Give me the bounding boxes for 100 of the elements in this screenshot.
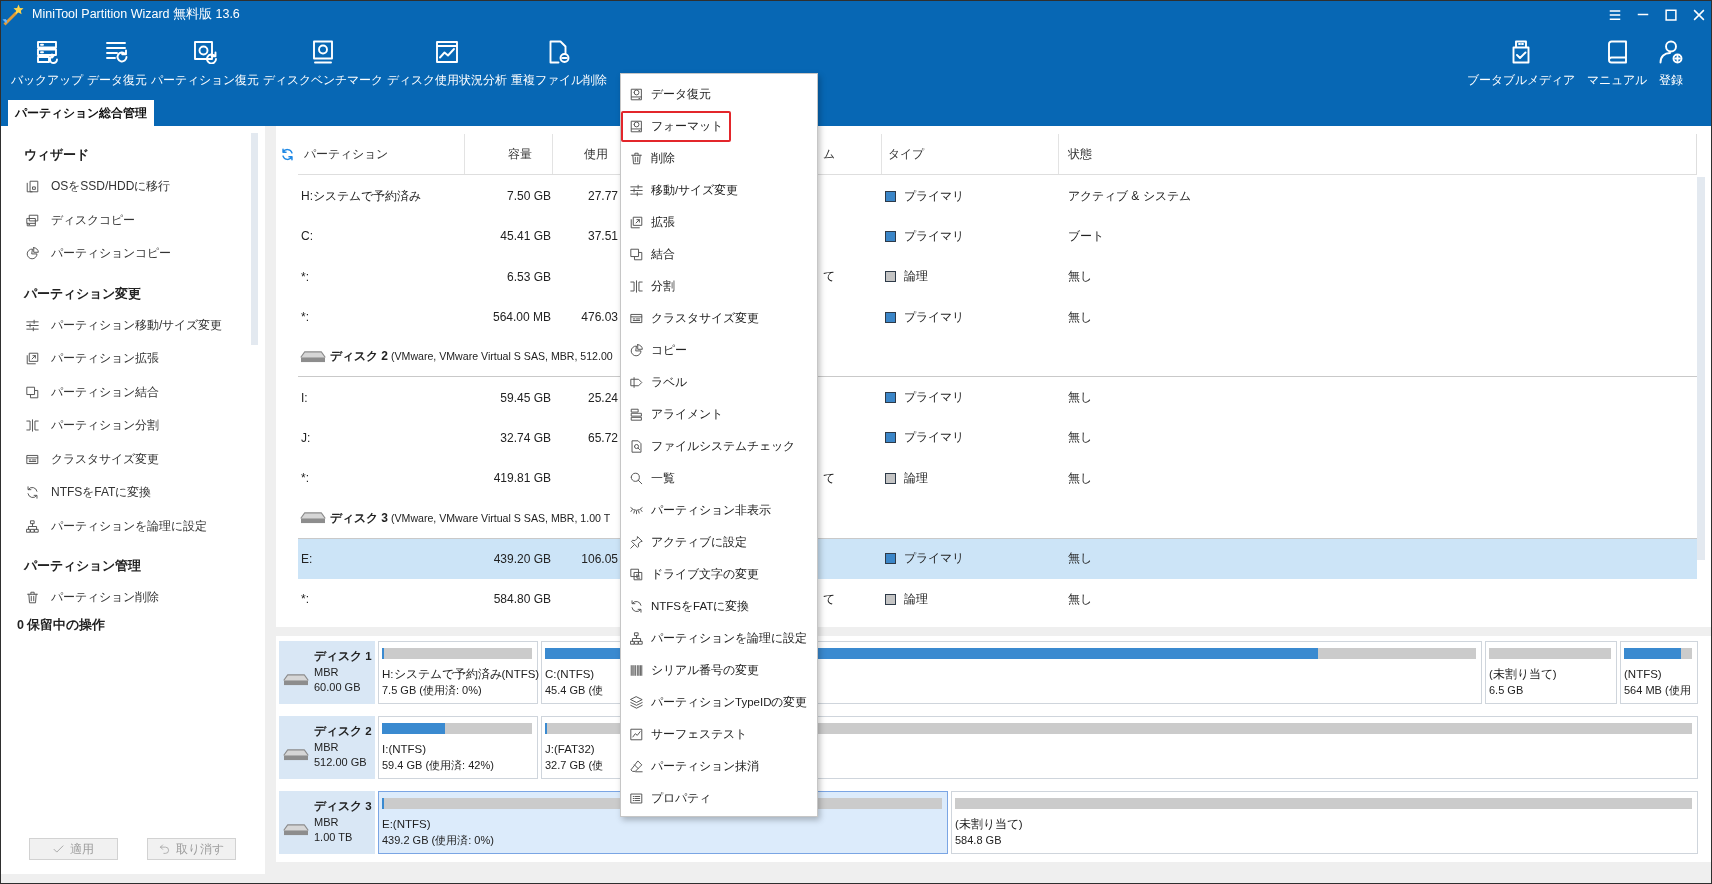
menu-item[interactable]: データ復元 — [621, 78, 719, 110]
menu-item[interactable]: ドライブ文字の変更 — [621, 558, 767, 590]
toolbar-button[interactable]: データ復元 — [85, 40, 149, 88]
sidebar-item[interactable]: パーティションコピー — [1, 237, 177, 271]
table-cell[interactable]: I: — [298, 377, 465, 418]
partition-block[interactable]: I:(NTFS) 59.4 GB (使用済: 42%) — [378, 716, 538, 779]
menu-item[interactable]: NTFSをFATに変換 — [621, 590, 758, 622]
disk-header-text[interactable]: ディスク 2 (VMware, VMware Virtual S SAS, MBR, 512.00 — [330, 348, 613, 366]
toolbar-button[interactable]: 登録 — [1657, 40, 1685, 88]
tab[interactable]: パーティション総合管理 — [8, 100, 154, 126]
partition-label: (NTFS) — [1624, 667, 1662, 682]
menu-item[interactable]: ファイルシステムチェック — [621, 430, 803, 462]
menu-item[interactable]: パーティション非表示 — [621, 494, 779, 526]
menu-item[interactable]: 分割 — [621, 270, 683, 302]
scrollbar-thumb[interactable] — [251, 133, 258, 345]
user-add-icon — [1659, 40, 1683, 64]
table-cell[interactable]: E: — [298, 538, 465, 579]
table-cell-text: 65.72 — [586, 430, 619, 445]
toolbar-button[interactable]: バックアップ — [9, 40, 85, 88]
layered-squares-icon — [630, 567, 643, 581]
menu-item[interactable]: アライメント — [621, 398, 731, 430]
menu-item[interactable]: 結合 — [621, 238, 683, 270]
toolbar-button[interactable]: ディスクベンチマーク — [261, 40, 385, 88]
partition-detail: 59.4 GB (使用済: 42%) — [382, 758, 494, 773]
sidebar-item[interactable]: OSをSSD/HDDに移行 — [1, 170, 177, 204]
table-cell[interactable]: C: — [298, 216, 465, 257]
scrollbar-thumb[interactable] — [1697, 177, 1705, 560]
table-cell[interactable]: *: — [298, 256, 465, 297]
table-cell-text: 27.77 — [586, 189, 619, 204]
table-cell-text: て — [822, 590, 836, 608]
sidebar-item[interactable]: パーティションを論理に設定 — [1, 509, 213, 543]
partition-block[interactable]: H:システムで予約済み(NTFS) 7.5 GB (使用済: 0%) — [378, 641, 538, 704]
menu-item[interactable]: アクティブに設定 — [621, 526, 755, 558]
trash-icon — [630, 151, 643, 165]
pin-icon — [630, 535, 643, 549]
partition-label: (未割り当て) — [1489, 667, 1557, 682]
pie-icon — [26, 247, 39, 261]
column-header[interactable]: 使用 — [553, 134, 620, 174]
sidebar-item[interactable]: NTFSをFATに変換 — [1, 476, 158, 510]
disk-scheme: MBR — [314, 664, 339, 680]
sidebar-item[interactable]: パーティション拡張 — [1, 342, 165, 376]
table-cell[interactable]: *: — [298, 578, 465, 620]
sidebar-item[interactable]: パーティション移動/サイズ変更 — [1, 308, 229, 342]
disk-card[interactable]: ディスク 2 MBR 512.00 GB — [279, 716, 375, 779]
menu-item[interactable]: 移動/サイズ変更 — [621, 174, 747, 206]
disk-size: 512.00 GB — [314, 755, 367, 771]
chart-window-icon — [435, 40, 459, 64]
sidebar-item[interactable]: クラスタサイズ変更 — [1, 442, 165, 476]
table-cell-text: 6.53 GB — [505, 269, 552, 284]
hard-drive-icon — [283, 673, 309, 686]
partition-block[interactable]: (NTFS) 564 MB (使用 — [1620, 641, 1698, 704]
check-icon — [53, 844, 64, 854]
toolbar-button[interactable]: ディスク使用状況分析 — [385, 40, 509, 88]
table-cell[interactable]: *: — [298, 458, 465, 499]
sidebar-item[interactable]: パーティション分割 — [1, 409, 165, 443]
column-header[interactable]: 状態 — [1059, 134, 1696, 174]
menu-item[interactable]: コピー — [621, 334, 695, 366]
partition-block[interactable]: (未割り当て) 6.5 GB — [1485, 641, 1617, 704]
expand-icon — [26, 352, 39, 366]
minimize-icon[interactable] — [1637, 13, 1649, 16]
menu-item[interactable]: 一覧 — [621, 462, 683, 494]
table-cell: プライマリ — [904, 550, 964, 568]
sidebar-item[interactable]: ディスクコピー — [1, 203, 141, 237]
sidebar-item[interactable]: パーティション結合 — [1, 375, 165, 409]
toolbar-button[interactable]: 重複ファイル削除 — [509, 40, 609, 88]
menu-item[interactable]: 拡張 — [621, 206, 683, 238]
disk-header-text[interactable]: ディスク 3 (VMware, VMware Virtual S SAS, MBR, 1.00 T — [330, 509, 611, 527]
toolbar-button[interactable]: マニュアル — [1585, 40, 1649, 88]
menu-item[interactable]: フォーマット — [621, 110, 731, 142]
table-cell-text: 45.41 GB — [499, 229, 552, 244]
toolbar-button[interactable]: ブータブルメディア — [1465, 40, 1577, 88]
menu-item[interactable]: パーティション抹消 — [621, 750, 767, 782]
disk-card[interactable]: ディスク 3 MBR 1.00 TB — [279, 791, 375, 854]
table-cell-text: 32.74 GB — [499, 430, 552, 445]
table-cell[interactable]: H:システムで予約済み — [298, 176, 465, 217]
column-header[interactable]: パーティション — [298, 134, 465, 174]
table-cell-text: 無し — [1067, 308, 1093, 326]
split-icon — [26, 419, 39, 433]
table-cell[interactable]: J: — [298, 417, 465, 459]
maximize-icon[interactable] — [1665, 8, 1677, 21]
column-header[interactable]: 容量 — [465, 134, 553, 174]
refresh-icon[interactable] — [280, 148, 294, 161]
menu-item[interactable]: シリアル番号の変更 — [621, 654, 767, 686]
toolbar-button[interactable]: パーティション復元 — [149, 40, 261, 88]
undo-arrow-icon — [159, 844, 170, 854]
menu-item[interactable]: ラベル — [621, 366, 695, 398]
menu-item[interactable]: サーフェステスト — [621, 718, 755, 750]
menu-item[interactable]: クラスタサイズ変更 — [621, 302, 767, 334]
partition-block[interactable]: (未割り当て) 584.8 GB — [951, 791, 1698, 854]
disk-card[interactable]: ディスク 1 MBR 60.00 GB — [279, 641, 375, 704]
table-cell-text: 無し — [1067, 590, 1093, 608]
drive-icon — [630, 87, 643, 101]
menu-item[interactable]: 削除 — [621, 142, 683, 174]
close-icon[interactable] — [1693, 8, 1705, 21]
column-header[interactable]: タイプ — [882, 134, 1059, 174]
disk-name: ディスク 1 — [314, 649, 372, 665]
table-cell[interactable]: *: — [298, 296, 465, 338]
drive-icon — [630, 119, 643, 133]
sidebar-item[interactable]: パーティション削除 — [1, 581, 165, 615]
menu-icon[interactable] — [1609, 8, 1621, 21]
